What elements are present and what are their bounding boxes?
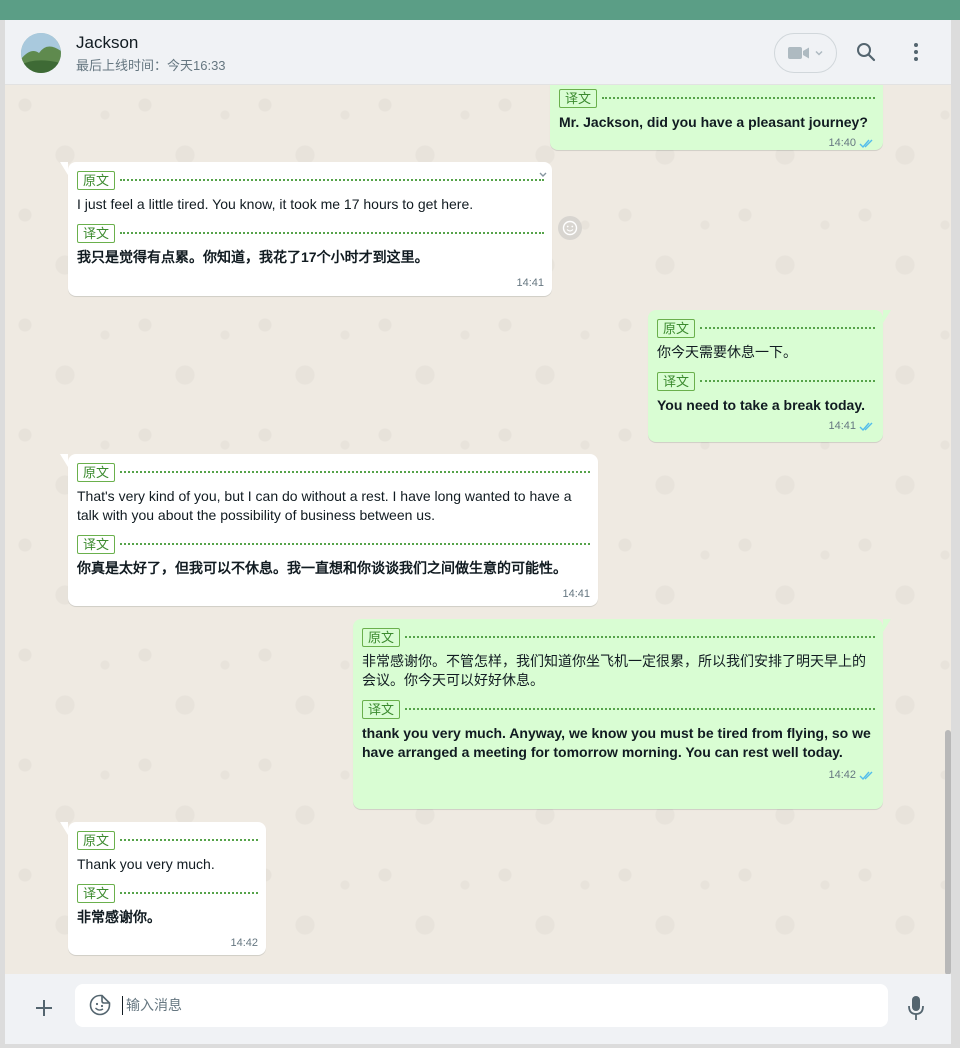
message-time: 14:41 <box>828 420 856 432</box>
message-original: Thank you very much. <box>77 856 215 872</box>
voice-message-button[interactable] <box>905 995 927 1021</box>
menu-dots-icon <box>914 43 918 61</box>
message-input-box[interactable]: 输入消息 <box>75 984 888 1027</box>
message-menu-chevron-icon[interactable] <box>538 170 548 180</box>
chat-window: Jackson 最后上线时间：今天16:33 译文 Mr. Jackson, d… <box>5 20 951 1044</box>
translation-tag: 译文 <box>362 699 401 719</box>
translation-tag: 译文 <box>559 88 598 108</box>
translation-tag: 译文 <box>77 223 116 243</box>
original-tag: 原文 <box>362 627 401 647</box>
last-seen-status: 最后上线时间：今天16:33 <box>76 58 226 73</box>
microphone-icon <box>908 996 924 1020</box>
message-time: 14:42 <box>230 937 258 949</box>
message-bubble-incoming[interactable]: 原文 I just feel a little tired. You know,… <box>60 162 552 296</box>
message-original: 你今天需要休息一下。 <box>657 344 797 360</box>
message-translation: 非常感谢你。 <box>77 909 161 925</box>
text-caret <box>122 996 123 1015</box>
menu-button[interactable] <box>904 40 928 64</box>
translation-tag: 译文 <box>657 371 696 391</box>
message-input[interactable]: 输入消息 <box>126 996 182 1015</box>
message-translation: 你真是太好了，但我可以不休息。我一直想和你谈谈我们之间做生意的可能性。 <box>77 560 567 576</box>
original-tag: 原文 <box>77 462 116 482</box>
read-receipt-icon <box>859 771 873 780</box>
original-tag: 原文 <box>657 318 696 338</box>
translation-tag: 译文 <box>77 534 116 554</box>
message-time: 14:41 <box>562 588 590 600</box>
original-tag: 原文 <box>77 170 116 190</box>
message-original: I just feel a little tired. You know, it… <box>77 196 474 212</box>
plus-icon <box>36 1000 52 1016</box>
dotted-divider <box>602 97 875 99</box>
translation-tag: 译文 <box>77 883 116 903</box>
dotted-divider <box>120 179 544 181</box>
video-call-icon <box>787 47 809 59</box>
dotted-divider <box>700 380 875 382</box>
smiley-icon <box>562 220 578 236</box>
message-original: 非常感谢你。不管怎样，我们知道你坐飞机一定很累，所以我们安排了明天早上的会议。你… <box>362 653 866 688</box>
window-top-strip <box>0 0 960 20</box>
dotted-divider <box>120 839 258 841</box>
message-bubble-outgoing[interactable]: 译文 Mr. Jackson, did you have a pleasant … <box>550 85 883 150</box>
video-call-button[interactable] <box>774 33 837 73</box>
dotted-divider <box>120 892 258 894</box>
search-icon <box>857 43 876 62</box>
original-tag: 原文 <box>77 830 116 850</box>
chevron-down-icon <box>814 50 823 56</box>
message-time: 14:40 <box>828 137 856 149</box>
read-receipt-icon <box>859 422 873 431</box>
message-bubble-incoming[interactable]: 原文 That's very kind of you, but I can do… <box>60 454 598 606</box>
dotted-divider <box>700 327 875 329</box>
emoji-reaction-button[interactable] <box>558 216 582 240</box>
message-bubble-incoming[interactable]: 原文 Thank you very much. 译文 非常感谢你。 14:42 <box>60 822 266 955</box>
chat-scrollbar[interactable] <box>945 730 951 974</box>
message-translation: 我只是觉得有点累。你知道，我花了17个小时才到这里。 <box>77 249 429 265</box>
dotted-divider <box>120 543 590 545</box>
message-composer: 输入消息 <box>5 974 951 1044</box>
read-receipt-icon <box>859 139 873 148</box>
message-bubble-outgoing[interactable]: 原文 非常感谢你。不管怎样，我们知道你坐飞机一定很累，所以我们安排了明天早上的会… <box>353 619 891 809</box>
dotted-divider <box>405 708 875 710</box>
attach-button[interactable] <box>32 996 56 1020</box>
sticker-icon[interactable] <box>89 994 111 1016</box>
avatar-image <box>21 33 61 73</box>
dotted-divider <box>405 636 875 638</box>
message-time: 14:41 <box>516 277 544 289</box>
contact-name[interactable]: Jackson <box>76 33 138 53</box>
message-bubble-outgoing[interactable]: 原文 你今天需要休息一下。 译文 You need to take a brea… <box>648 310 891 442</box>
message-translation: thank you very much. Anyway, we know you… <box>362 725 871 760</box>
message-time: 14:42 <box>828 769 856 781</box>
chat-header: Jackson 最后上线时间：今天16:33 <box>5 20 951 85</box>
message-translation: Mr. Jackson, did you have a pleasant jou… <box>559 114 868 130</box>
message-original: That's very kind of you, but I can do wi… <box>77 488 572 523</box>
message-translation: You need to take a break today. <box>657 397 865 413</box>
message-list[interactable]: 译文 Mr. Jackson, did you have a pleasant … <box>5 85 951 974</box>
search-button[interactable] <box>854 40 878 64</box>
dotted-divider <box>120 471 590 473</box>
avatar[interactable] <box>21 33 61 73</box>
dotted-divider <box>120 232 544 234</box>
